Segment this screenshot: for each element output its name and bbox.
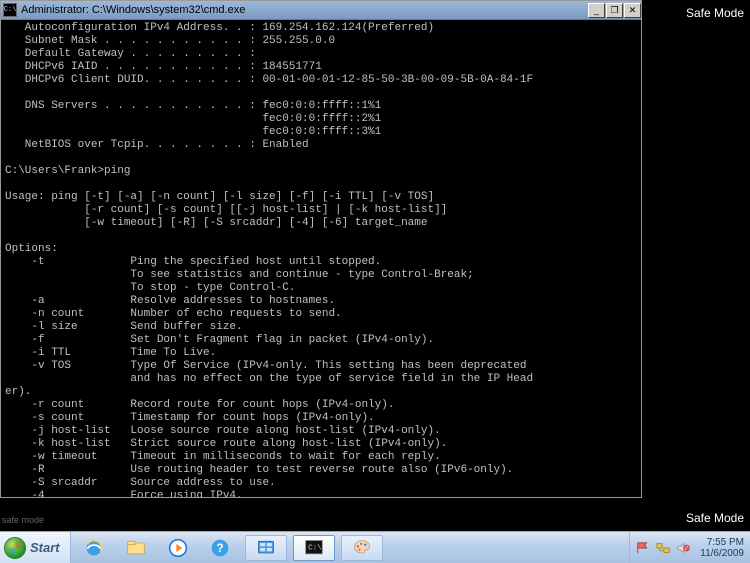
clock-time: 7:55 PM	[700, 537, 744, 548]
system-tray: 7:55 PM 11/6/2009	[629, 532, 750, 563]
safe-mode-label-bottom: Safe Mode	[686, 511, 744, 525]
close-button[interactable]: ✕	[624, 3, 641, 18]
clock-date: 11/6/2009	[700, 548, 744, 559]
cmd-title: Administrator: C:\Windows\system32\cmd.e…	[21, 4, 587, 16]
cmd-titlebar[interactable]: C:\ Administrator: C:\Windows\system32\c…	[1, 1, 641, 20]
task-cmd[interactable]: C:\	[293, 535, 335, 561]
start-label: Start	[30, 540, 60, 555]
cmd-icon: C:\	[3, 3, 17, 17]
svg-text:C:\: C:\	[308, 544, 322, 552]
cmd-output[interactable]: Autoconfiguration IPv4 Address. . : 169.…	[1, 20, 641, 497]
explorer-icon[interactable]	[117, 535, 155, 561]
ie-icon[interactable]	[75, 535, 113, 561]
tray-flag-icon[interactable]	[636, 541, 650, 555]
minimize-button[interactable]: _	[588, 3, 605, 18]
clock[interactable]: 7:55 PM 11/6/2009	[700, 537, 744, 559]
media-player-icon[interactable]	[159, 535, 197, 561]
svg-text:?: ?	[216, 542, 223, 555]
windows-orb-icon	[4, 537, 26, 559]
quick-launch: ?	[75, 535, 239, 561]
running-tasks: C:\	[243, 535, 383, 561]
safe-mode-label-top: Safe Mode	[686, 6, 744, 20]
taskbar: Start ? C:\	[0, 531, 750, 563]
desktop: Safe Mode Safe Mode safe mode C:\ Admini…	[0, 0, 750, 563]
tray-network-icon[interactable]	[656, 541, 670, 555]
start-button[interactable]: Start	[0, 532, 71, 563]
maximize-button[interactable]: ❐	[606, 3, 623, 18]
cmd-window[interactable]: C:\ Administrator: C:\Windows\system32\c…	[0, 0, 642, 498]
task-control-panel[interactable]	[245, 535, 287, 561]
safe-mode-label-bl: safe mode	[2, 515, 44, 525]
task-paint[interactable]	[341, 535, 383, 561]
tray-volume-icon[interactable]	[676, 541, 690, 555]
help-icon[interactable]: ?	[201, 535, 239, 561]
